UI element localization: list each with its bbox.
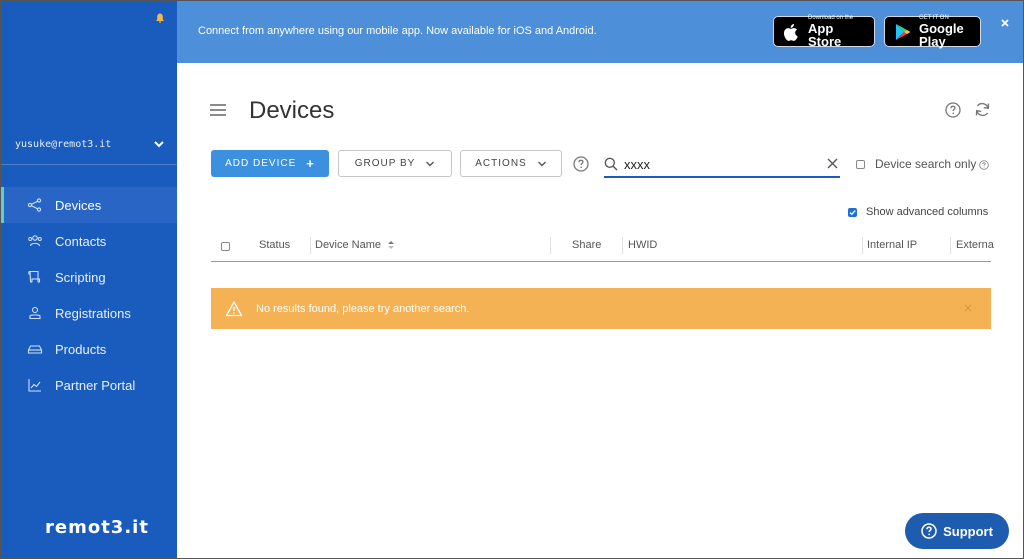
column-hwid[interactable]: HWID (628, 239, 657, 251)
remoteit-logo: remot3.it (45, 517, 149, 538)
support-button[interactable]: Support (905, 513, 1009, 549)
app-store-badge[interactable]: Download on the App Store (773, 15, 875, 49)
google-play-text: Google Play (919, 21, 964, 49)
actions-button[interactable]: ACTIONS (460, 150, 562, 177)
sort-icon (388, 241, 395, 250)
no-results-alert: No results found, please try another sea… (211, 288, 991, 329)
app-store-text: App Store (808, 21, 842, 49)
mobile-app-banner: Connect from anywhere using our mobile a… (177, 1, 1023, 63)
column-device-name[interactable]: Device Name (315, 239, 395, 251)
checkmark-icon (849, 209, 856, 215)
devices-table-header: Status Device Name Share HWID Internal I… (211, 233, 994, 262)
column-divider[interactable] (550, 237, 551, 254)
page-title: Devices (249, 97, 335, 124)
device-search-only-option[interactable]: Device search only (856, 157, 976, 171)
google-play-badge[interactable]: GET IT ON Google Play (884, 15, 981, 49)
column-share[interactable]: Share (572, 239, 601, 251)
help-icon[interactable] (573, 156, 589, 172)
app-window: yusuke@remot3.it Devices Contacts Script… (0, 0, 1024, 559)
search-icon (604, 157, 618, 171)
plus-icon: + (306, 156, 315, 171)
select-all-checkbox[interactable] (221, 242, 230, 251)
show-advanced-columns-checkbox[interactable] (848, 207, 857, 217)
sidebar-item-label: Registrations (55, 305, 131, 321)
alert-message: No results found, please try another sea… (256, 302, 470, 315)
add-device-label: ADD DEVICE (225, 158, 297, 169)
chevron-down-icon (537, 161, 546, 166)
column-divider[interactable] (622, 237, 623, 254)
contacts-icon (27, 233, 43, 249)
sidebar-item-products[interactable]: Products (1, 331, 177, 367)
sidebar-item-registrations[interactable]: Registrations (1, 295, 177, 331)
refresh-icon[interactable] (974, 101, 991, 118)
actions-label: ACTIONS (475, 158, 527, 169)
sidebar-item-label: Devices (55, 197, 102, 213)
notification-icon[interactable] (155, 13, 165, 23)
sidebar: yusuke@remot3.it Devices Contacts Script… (1, 1, 177, 558)
device-search-only-checkbox[interactable] (856, 159, 865, 169)
scripting-icon (27, 269, 43, 285)
sidebar-item-partner-portal[interactable]: Partner Portal (1, 367, 177, 403)
column-divider[interactable] (862, 237, 863, 254)
sidebar-item-devices[interactable]: Devices (1, 187, 177, 223)
registrations-icon (27, 305, 43, 321)
account-menu[interactable]: yusuke@remot3.it (15, 137, 165, 151)
products-icon (27, 341, 43, 357)
banner-text: Connect from anywhere using our mobile a… (198, 25, 597, 37)
sidebar-divider (1, 164, 177, 165)
sidebar-item-contacts[interactable]: Contacts (1, 223, 177, 259)
help-icon[interactable] (945, 102, 961, 118)
column-status[interactable]: Status (259, 239, 290, 251)
sidebar-nav: Devices Contacts Scripting Registrations (1, 187, 177, 403)
group-by-button[interactable]: GROUP BY (338, 150, 452, 177)
sidebar-item-label: Products (55, 341, 107, 357)
close-icon[interactable] (999, 17, 1011, 29)
sidebar-item-label: Partner Portal (55, 377, 136, 393)
help-icon[interactable] (979, 160, 989, 170)
devices-icon (27, 197, 43, 213)
clear-search-icon[interactable] (827, 158, 838, 169)
search-field (604, 152, 840, 178)
sidebar-item-label: Scripting (55, 269, 106, 285)
column-device-name-label: Device Name (315, 239, 382, 251)
column-internal-ip[interactable]: Internal IP (867, 239, 917, 251)
sidebar-item-scripting[interactable]: Scripting (1, 259, 177, 295)
column-divider[interactable] (310, 237, 311, 254)
google-play-icon (893, 22, 913, 42)
group-by-label: GROUP BY (354, 158, 416, 169)
column-external-ip[interactable]: Externa (956, 239, 994, 251)
chevron-down-icon (426, 161, 435, 166)
show-advanced-columns-label: Show advanced columns (866, 206, 989, 218)
help-icon (921, 523, 937, 539)
account-email: yusuke@remot3.it (15, 138, 112, 150)
add-device-button[interactable]: ADD DEVICE + (211, 150, 329, 177)
search-input[interactable] (624, 156, 814, 172)
support-label: Support (943, 523, 993, 539)
apple-icon (782, 22, 802, 42)
show-advanced-columns-option[interactable]: Show advanced columns (848, 206, 988, 218)
device-search-only-label: Device search only (875, 157, 977, 171)
close-icon[interactable] (963, 303, 973, 313)
chevron-down-icon (154, 141, 164, 148)
hamburger-menu-icon[interactable] (209, 102, 227, 118)
column-divider[interactable] (950, 237, 951, 254)
sidebar-item-label: Contacts (55, 233, 107, 249)
partner-portal-icon (27, 377, 43, 393)
warning-icon (225, 300, 243, 316)
